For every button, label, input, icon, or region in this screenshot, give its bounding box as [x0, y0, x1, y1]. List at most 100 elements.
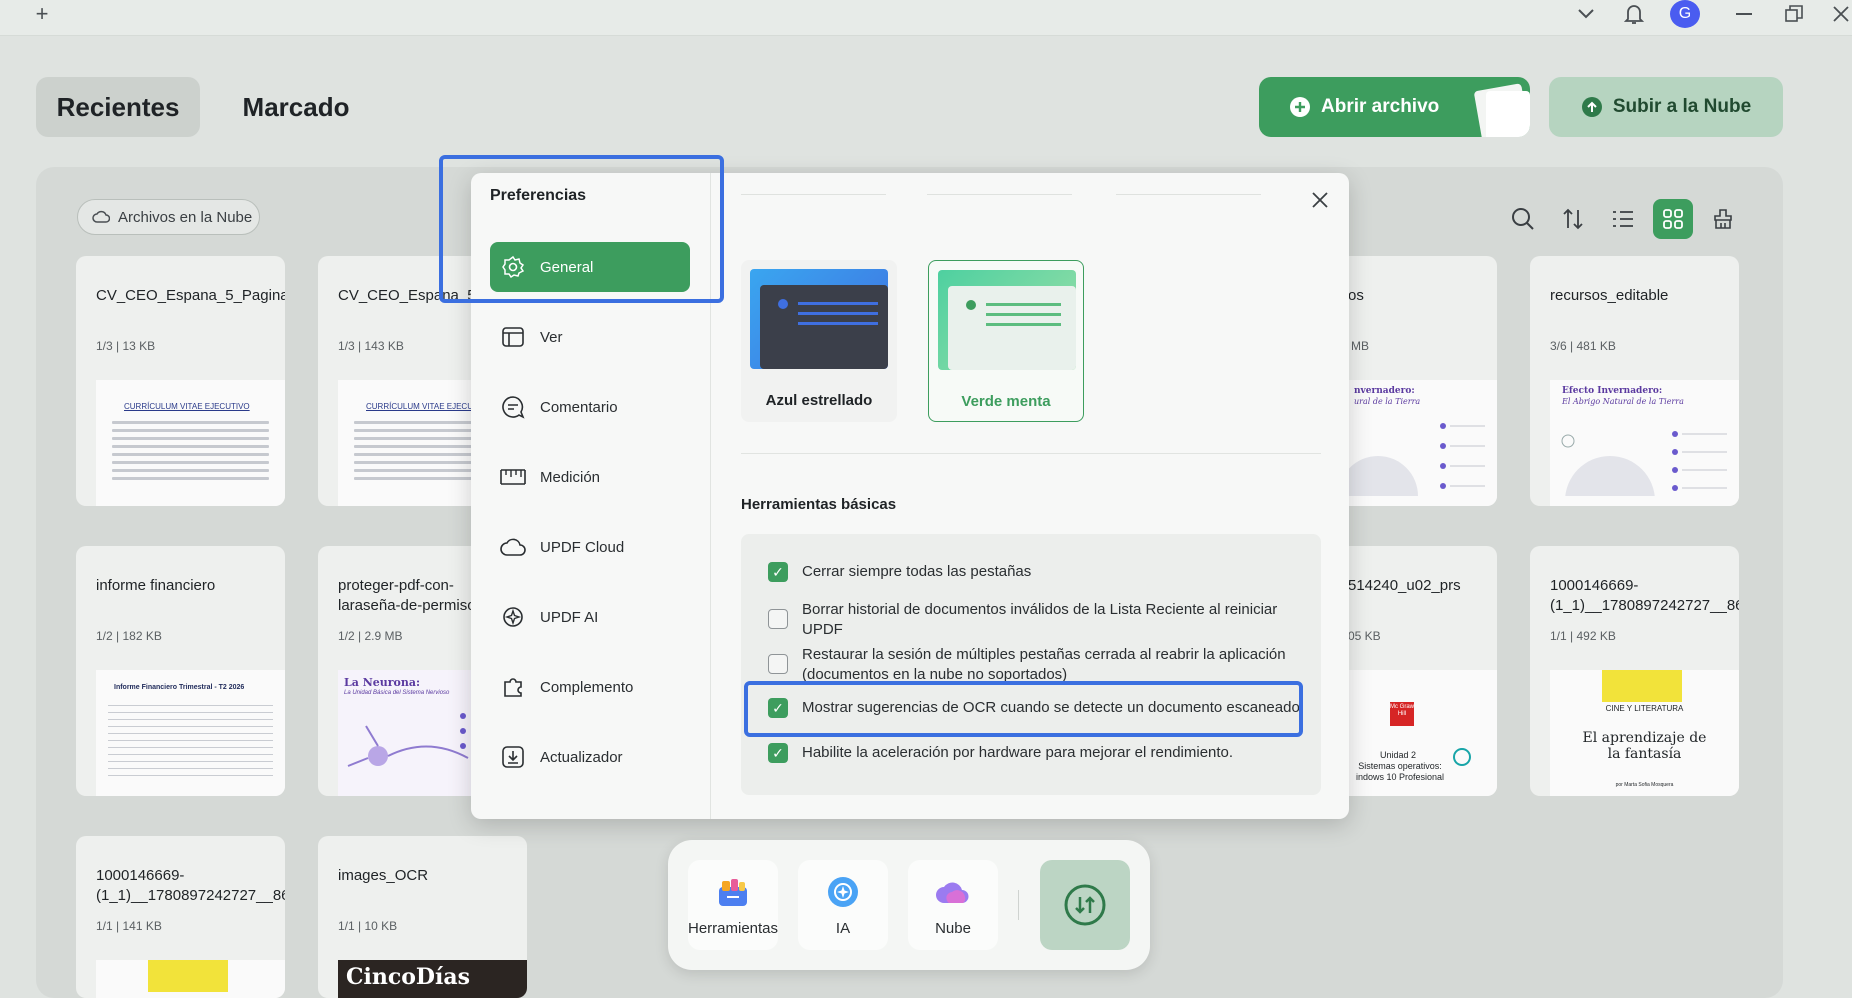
grid-view-icon[interactable]: [1653, 199, 1693, 239]
dock-divider: [1018, 890, 1019, 920]
file-meta: 1/3 | 143 KB: [338, 339, 404, 353]
thumb-windows: indows 10 Profesional: [1355, 772, 1445, 782]
title-bar: + G: [0, 0, 1852, 36]
plus-circle-icon: [1289, 96, 1311, 118]
option-clear-history[interactable]: Borrar historial de documentos inválidos…: [768, 600, 1301, 640]
thumb-autor: por Marta Sofia Mosquera: [1615, 782, 1674, 788]
file-thumbnail: nvernadero: ural de la Tierra: [1348, 380, 1497, 506]
option-label: Restaurar la sesión de múltiples pestaña…: [802, 646, 1286, 683]
thumb-cincodias: CincoDías: [346, 964, 471, 990]
cloud-files-chip[interactable]: Archivos en la Nube: [77, 199, 260, 235]
file-name: images_OCR: [338, 867, 429, 884]
previous-theme-card: [927, 173, 1072, 195]
file-card[interactable]: 1000146669-(1_1)__1780897242727__864000.…: [76, 836, 285, 998]
theme-preview: [750, 269, 888, 369]
nav-complemento[interactable]: Complemento: [490, 662, 690, 712]
file-name: 1000146669-(1_1)__1780897242727__864000.…: [96, 867, 285, 904]
thumb-title: CURRÍCULUM VITAE EJECUTIVO: [124, 402, 250, 411]
close-icon[interactable]: [1305, 185, 1335, 215]
tools-button[interactable]: Herramientas: [688, 860, 778, 950]
tab-recientes[interactable]: Recientes: [36, 77, 200, 137]
minimize-icon[interactable]: [1730, 0, 1758, 28]
sort-icon[interactable]: [1553, 199, 1593, 239]
thumb-unidad: Unidad 2: [1379, 750, 1417, 760]
open-file-button[interactable]: Abrir archivo: [1259, 77, 1530, 137]
checkbox-unchecked-icon[interactable]: [768, 609, 788, 629]
file-meta: 1/1 | 492 KB: [1550, 629, 1616, 643]
update-icon: [500, 744, 526, 770]
option-close-tabs[interactable]: ✓ Cerrar siempre todas las pestañas: [768, 562, 1301, 582]
close-window-icon[interactable]: [1830, 0, 1852, 28]
nav-medicion[interactable]: Medición: [490, 452, 690, 502]
theme-label: Azul estrellado: [765, 392, 873, 409]
nav-comentario[interactable]: Comentario: [490, 382, 690, 432]
nav-ver[interactable]: Ver: [490, 312, 690, 362]
file-thumbnail: CincoDías: [338, 960, 527, 998]
file-name: os: [1348, 287, 1364, 304]
nav-actualizador[interactable]: Actualizador: [490, 732, 690, 782]
highlight-ocr-option: [744, 681, 1303, 737]
file-thumbnail: Mc Graw Hill Unidad 2 Sistemas operativo…: [1348, 670, 1497, 796]
file-thumbnail: [96, 960, 285, 998]
checkbox-checked-icon[interactable]: ✓: [768, 562, 788, 582]
upload-icon: [1581, 96, 1603, 118]
theme-label: Verde menta: [961, 393, 1051, 410]
cloud-button[interactable]: Nube: [908, 860, 998, 950]
sync-button[interactable]: [1040, 860, 1130, 950]
nav-updf-cloud-label: UPDF Cloud: [540, 538, 625, 556]
file-meta: 3/6 | 481 KB: [1550, 339, 1616, 353]
chevron-down-icon[interactable]: [1572, 0, 1600, 28]
file-card[interactable]: recursos_editable 3/6 | 481 KB Efecto In…: [1530, 256, 1739, 506]
file-card[interactable]: informe financiero 1/2 | 182 KB Informe …: [76, 546, 285, 796]
file-thumbnail: CINE Y LITERATURA El aprendizaje de la f…: [1550, 670, 1739, 796]
diagram-illustration: [1561, 431, 1727, 506]
nav-updf-ai[interactable]: UPDF AI: [490, 592, 690, 642]
file-card[interactable]: images_OCR 1/1 | 10 KB CincoDías: [318, 836, 527, 998]
upload-cloud-label: Subir a la Nube: [1612, 96, 1752, 117]
list-view-icon[interactable]: [1603, 199, 1643, 239]
file-meta: 1/2 | 182 KB: [96, 629, 162, 643]
option-label: Borrar historial de documentos inválidos…: [802, 601, 1278, 638]
restore-icon[interactable]: [1780, 0, 1808, 28]
nav-updf-ai-label: UPDF AI: [540, 608, 599, 626]
checkbox-checked-icon[interactable]: ✓: [768, 743, 788, 763]
cloud-label: Nube: [935, 920, 971, 937]
file-meta: MB: [1351, 339, 1369, 353]
nav-comentario-label: Comentario: [540, 398, 618, 416]
bell-icon[interactable]: [1620, 0, 1648, 28]
ai-icon: [500, 604, 526, 630]
new-tab-icon[interactable]: +: [30, 0, 54, 28]
checkbox-unchecked-icon[interactable]: [768, 654, 788, 674]
avatar[interactable]: G: [1670, 0, 1700, 28]
ai-button[interactable]: IA: [798, 860, 888, 950]
theme-verde-menta[interactable]: Verde menta: [928, 260, 1084, 422]
tab-marcado[interactable]: Marcado: [220, 77, 372, 137]
basic-tools-options: ✓ Cerrar siempre todas las pestañas Borr…: [741, 534, 1321, 795]
option-hardware-acceleration[interactable]: ✓ Habilite la aceleración por hardware p…: [768, 743, 1301, 763]
option-restore-session[interactable]: Restaurar la sesión de múltiples pestaña…: [768, 645, 1301, 685]
file-meta: 1/1 | 141 KB: [96, 919, 162, 933]
clear-icon[interactable]: [1703, 199, 1743, 239]
file-card[interactable]: 1000146669-(1_1)__1780897242727__864000.…: [1530, 546, 1739, 796]
cloud-icon: [500, 534, 526, 560]
theme-azul-estrellado[interactable]: Azul estrellado: [741, 260, 897, 422]
file-meta: 05 KB: [1348, 629, 1381, 643]
gear-icon: [1453, 748, 1471, 766]
file-card[interactable]: CV_CEO_Espana_5_Paginas_Alejandro_Fernan…: [76, 256, 285, 506]
upload-cloud-button[interactable]: Subir a la Nube: [1549, 77, 1783, 137]
search-icon[interactable]: [1503, 199, 1543, 239]
previous-theme-card: [741, 173, 886, 195]
ruler-icon: [500, 464, 526, 490]
file-thumbnail: CURRÍCULUM VITAE EJECUTIVO: [96, 380, 285, 506]
nav-updf-cloud[interactable]: UPDF Cloud: [490, 522, 690, 572]
comment-icon: [500, 394, 526, 420]
option-label: Habilite la aceleración por hardware par…: [802, 744, 1234, 761]
nav-actualizador-label: Actualizador: [540, 748, 623, 766]
tools-label: Herramientas: [688, 920, 779, 937]
document-stack-icon: [1464, 83, 1530, 137]
ai-orb-icon: [825, 874, 861, 910]
thumb-subtitle: ural de la Tierra: [1354, 397, 1421, 406]
publisher-logo: Mc Graw Hill: [1390, 702, 1414, 726]
file-thumbnail: Efecto Invernadero: El Abrigo Natural de…: [1550, 380, 1739, 506]
nav-complemento-label: Complemento: [540, 678, 634, 696]
